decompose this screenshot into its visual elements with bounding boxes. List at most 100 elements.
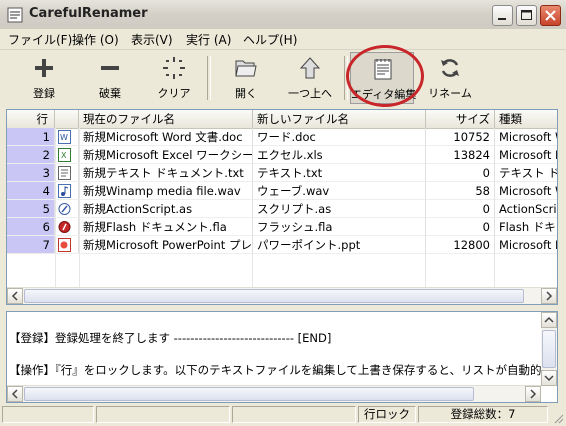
row-number: 1 bbox=[7, 128, 55, 146]
table-row[interactable]: 2 X 新規Microsoft Excel ワークシー... エクセル.xls … bbox=[7, 146, 557, 164]
menu-bar: ファイル(F) 操作 (O) 表示(V) 実行 (A) ヘルプ(H) bbox=[0, 29, 566, 50]
file-type: テキスト ドキ bbox=[495, 164, 557, 182]
current-filename: 新規Microsoft Excel ワークシー... bbox=[79, 146, 253, 164]
new-filename[interactable]: パワーポイント.ppt bbox=[253, 236, 426, 254]
scroll-left-icon bbox=[11, 389, 18, 399]
maximize-button[interactable] bbox=[516, 5, 537, 26]
discard-label: 破棄 bbox=[99, 87, 121, 100]
file-icon-cell bbox=[55, 218, 79, 236]
clear-button[interactable]: クリア bbox=[142, 52, 206, 104]
row-number: 3 bbox=[7, 164, 55, 182]
title-bar[interactable]: CarefulRenamer bbox=[0, 0, 566, 30]
scroll-down-button[interactable] bbox=[541, 370, 557, 386]
row-number: 7 bbox=[7, 236, 55, 254]
scroll-left-button[interactable] bbox=[7, 288, 23, 304]
menu-operation[interactable]: 操作 (O) bbox=[72, 31, 119, 48]
column-header-icon[interactable] bbox=[55, 110, 79, 128]
status-pane bbox=[232, 406, 356, 423]
wav-file-icon bbox=[58, 184, 71, 198]
column-header-row[interactable]: 行 bbox=[7, 110, 55, 128]
row-number: 4 bbox=[7, 182, 55, 200]
log-vertical-scrollbar[interactable] bbox=[541, 312, 557, 386]
current-filename: 新規ActionScript.as bbox=[79, 200, 253, 218]
column-header-type[interactable]: 種類 bbox=[495, 110, 557, 128]
open-button[interactable]: 開く bbox=[214, 52, 278, 104]
up-arrow-icon bbox=[299, 57, 321, 79]
status-pane bbox=[2, 406, 94, 423]
current-filename: 新規Winamp media file.wav bbox=[79, 182, 253, 200]
column-header-new-name[interactable]: 新しいファイル名 bbox=[253, 110, 426, 128]
table-row[interactable]: 6 新規Flash ドキュメント.fla フラッシュ.fla 0 Flash ド… bbox=[7, 218, 557, 236]
word-file-icon: W bbox=[58, 130, 71, 144]
close-icon bbox=[545, 10, 556, 21]
menu-view[interactable]: 表示(V) bbox=[131, 31, 173, 48]
table-row[interactable]: 1 W 新規Microsoft Word 文書.doc ワード.doc 1075… bbox=[7, 128, 557, 146]
file-size: 12800 bbox=[426, 236, 495, 254]
up-one-level-label: 一つ上へ bbox=[288, 87, 332, 100]
scroll-right-icon bbox=[530, 389, 537, 399]
scroll-right-icon bbox=[546, 291, 553, 301]
menu-file[interactable]: ファイル(F) bbox=[8, 31, 72, 48]
scroll-left-button[interactable] bbox=[7, 386, 23, 402]
svg-text:X: X bbox=[61, 151, 67, 160]
scroll-right-button[interactable] bbox=[541, 288, 557, 304]
resize-grip-icon[interactable] bbox=[552, 412, 564, 424]
minus-icon bbox=[101, 66, 119, 70]
log-line: 【登録】登録処理を終了します -------------------------… bbox=[9, 331, 332, 345]
file-size: 13824 bbox=[426, 146, 495, 164]
discard-button[interactable]: 破棄 bbox=[78, 52, 142, 104]
file-type: Flash ドキュ bbox=[495, 218, 557, 236]
menu-execute[interactable]: 実行 (A) bbox=[186, 31, 231, 48]
app-window: CarefulRenamer ファイル(F) 操作 (O) 表示(V) 実行 (… bbox=[0, 0, 566, 426]
table-horizontal-scrollbar[interactable] bbox=[7, 287, 557, 304]
scroll-right-button[interactable] bbox=[525, 386, 541, 402]
plus-icon bbox=[35, 59, 53, 77]
current-filename: 新規Flash ドキュメント.fla bbox=[79, 218, 253, 236]
scroll-thumb[interactable] bbox=[542, 330, 556, 368]
scroll-thumb[interactable] bbox=[24, 387, 474, 401]
table-row[interactable]: 7 新規Microsoft PowerPoint プレ... パワーポイント.p… bbox=[7, 236, 557, 254]
app-icon bbox=[7, 7, 23, 23]
new-filename[interactable]: エクセル.xls bbox=[253, 146, 426, 164]
table-row[interactable]: 4 新規Winamp media file.wav ウェーブ.wav 58 Mi… bbox=[7, 182, 557, 200]
file-type: ActionScript bbox=[495, 200, 557, 218]
actionscript-file-icon bbox=[58, 203, 71, 215]
up-one-level-button[interactable]: 一つ上へ bbox=[278, 52, 342, 104]
flash-file-icon bbox=[58, 221, 71, 233]
rename-button[interactable]: リネーム bbox=[418, 52, 482, 104]
log-line: 【操作】『行』をロックします。以下のテキストファイルを編集して上書き保存すると、… bbox=[9, 363, 558, 377]
file-size: 10752 bbox=[426, 128, 495, 146]
powerpoint-file-icon bbox=[58, 238, 71, 252]
log-horizontal-scrollbar[interactable] bbox=[7, 385, 541, 402]
file-list-table[interactable]: 行 現在のファイル名 新しいファイル名 サイズ 種類 1 W 新規Microso… bbox=[6, 109, 558, 305]
scroll-thumb[interactable] bbox=[24, 289, 524, 303]
column-header-current-name[interactable]: 現在のファイル名 bbox=[79, 110, 253, 128]
menu-help[interactable]: ヘルプ(H) bbox=[243, 31, 297, 48]
file-icon-cell bbox=[55, 182, 79, 200]
row-number: 5 bbox=[7, 200, 55, 218]
new-filename[interactable]: スクリプト.as bbox=[253, 200, 426, 218]
highlight-circle bbox=[346, 45, 424, 107]
log-panel[interactable]: 【登録】登録処理を終了します -------------------------… bbox=[6, 311, 558, 403]
file-size: 58 bbox=[426, 182, 495, 200]
close-button[interactable] bbox=[540, 5, 561, 26]
file-size: 0 bbox=[426, 218, 495, 236]
scroll-up-button[interactable] bbox=[541, 312, 557, 328]
new-filename[interactable]: ウェーブ.wav bbox=[253, 182, 426, 200]
table-row[interactable]: 5 新規ActionScript.as スクリプト.as 0 ActionScr… bbox=[7, 200, 557, 218]
maximize-icon bbox=[521, 10, 532, 20]
current-filename: 新規Microsoft PowerPoint プレ... bbox=[79, 236, 253, 254]
table-header: 行 現在のファイル名 新しいファイル名 サイズ 種類 bbox=[7, 110, 557, 129]
new-filename[interactable]: テキスト.txt bbox=[253, 164, 426, 182]
column-header-size[interactable]: サイズ bbox=[426, 110, 495, 128]
file-size: 0 bbox=[426, 164, 495, 182]
register-button[interactable]: 登録 bbox=[12, 52, 76, 104]
minimize-button[interactable] bbox=[492, 5, 513, 26]
new-filename[interactable]: フラッシュ.fla bbox=[253, 218, 426, 236]
row-number: 6 bbox=[7, 218, 55, 236]
new-filename[interactable]: ワード.doc bbox=[253, 128, 426, 146]
register-label: 登録 bbox=[33, 87, 55, 100]
table-row[interactable]: 3 新規テキスト ドキュメント.txt テキスト.txt 0 テキスト ドキ bbox=[7, 164, 557, 182]
sparkle-clear-icon bbox=[163, 57, 185, 79]
current-filename: 新規Microsoft Word 文書.doc bbox=[79, 128, 253, 146]
